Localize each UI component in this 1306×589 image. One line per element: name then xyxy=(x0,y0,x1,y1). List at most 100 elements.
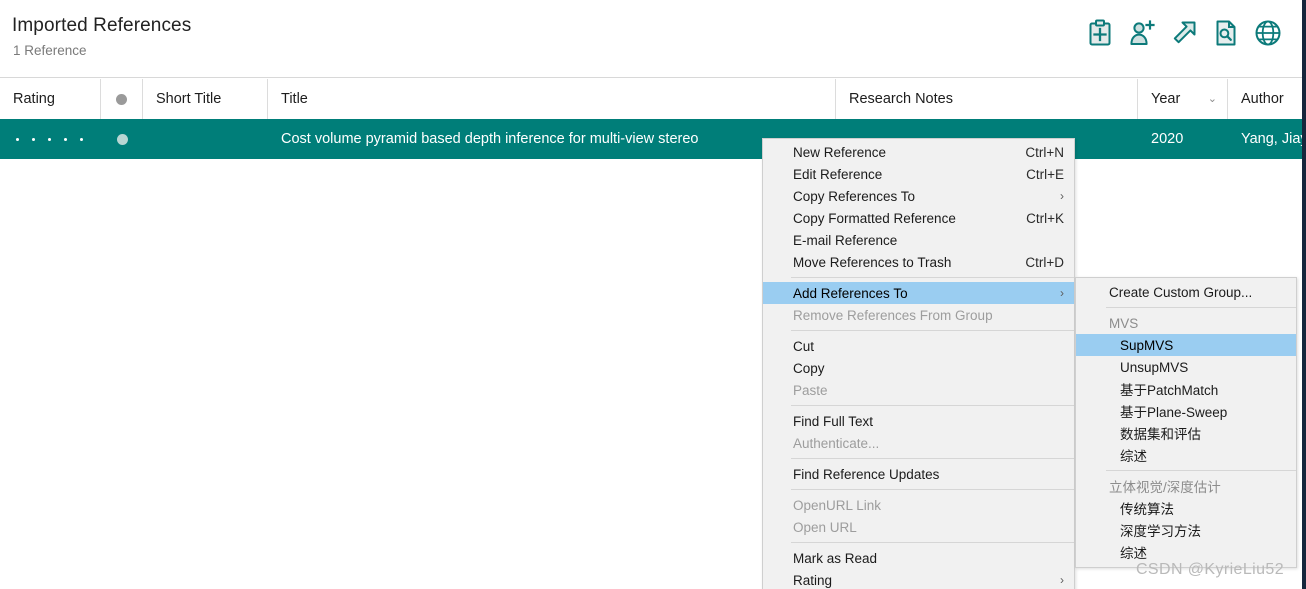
read-status-dot-icon xyxy=(116,93,127,105)
new-reference-icon[interactable] xyxy=(1086,18,1114,48)
column-label: Short Title xyxy=(156,91,222,107)
add-person-icon[interactable] xyxy=(1128,18,1156,48)
find-full-text-icon[interactable] xyxy=(1212,18,1240,48)
column-research-notes[interactable]: Research Notes xyxy=(836,79,1138,119)
menu-item-label: Mark as Read xyxy=(793,550,878,566)
menu-item-shortcut: Ctrl+D xyxy=(1025,254,1064,270)
cell-text: Cost volume pyramid based depth inferenc… xyxy=(281,131,699,147)
menu-item-email-reference[interactable]: E-mail Reference xyxy=(763,229,1074,251)
column-label: Rating xyxy=(13,91,55,107)
menu-item-cut[interactable]: Cut xyxy=(763,335,1074,357)
column-label: Author xyxy=(1241,91,1284,107)
menu-item-move-references-to-trash[interactable]: Move References to Trash Ctrl+D xyxy=(763,251,1074,273)
submenu-item-label: 综述 xyxy=(1120,546,1147,561)
column-short-title[interactable]: Short Title xyxy=(143,79,268,119)
cell-rating[interactable] xyxy=(0,119,101,159)
submenu-separator xyxy=(1106,470,1296,471)
context-menu: New Reference Ctrl+N Edit Reference Ctrl… xyxy=(762,138,1075,589)
column-year[interactable]: Year ⌄ xyxy=(1138,79,1228,119)
column-label: Year xyxy=(1151,91,1181,107)
rating-dot xyxy=(80,137,83,141)
menu-item-shortcut: Ctrl+K xyxy=(1026,210,1064,226)
column-label: Title xyxy=(281,91,308,107)
add-references-to-submenu: Create Custom Group... MVS SupMVS UnsupM… xyxy=(1075,277,1297,568)
rating-dot xyxy=(32,137,35,141)
submenu-item-label: 综述 xyxy=(1120,449,1147,464)
cell-text: 2020 xyxy=(1151,131,1184,147)
menu-item-label: Paste xyxy=(793,382,828,398)
watermark: CSDN @KyrieLiu52 xyxy=(1135,561,1284,578)
table-row[interactable]: Cost volume pyramid based depth inferenc… xyxy=(0,119,1302,159)
submenu-item-survey-stereo[interactable]: 综述 xyxy=(1076,541,1296,563)
menu-item-add-references-to[interactable]: Add References To › xyxy=(763,282,1074,304)
submenu-item-datasets-and-evaluation[interactable]: 数据集和评估 xyxy=(1076,422,1296,444)
column-label: Research Notes xyxy=(849,91,953,107)
menu-item-label: Authenticate... xyxy=(793,435,880,451)
menu-item-label: Copy Formatted Reference xyxy=(793,210,956,226)
page-header: Imported References 1 Reference xyxy=(0,0,1302,78)
window-border xyxy=(1302,0,1306,589)
column-rating[interactable]: Rating xyxy=(0,79,101,119)
menu-separator xyxy=(791,405,1074,406)
cell-title: Cost volume pyramid based depth inferenc… xyxy=(268,119,836,159)
submenu-item-label: Create Custom Group... xyxy=(1109,284,1253,300)
submenu-group-label-text: 立体视觉/深度估计 xyxy=(1109,480,1221,495)
menu-item-new-reference[interactable]: New Reference Ctrl+N xyxy=(763,141,1074,163)
menu-item-mark-as-read[interactable]: Mark as Read xyxy=(763,547,1074,569)
submenu-group-label-text: MVS xyxy=(1109,315,1139,331)
submenu-item-deep-learning-methods[interactable]: 深度学习方法 xyxy=(1076,519,1296,541)
submenu-item-create-custom-group[interactable]: Create Custom Group... xyxy=(1076,281,1296,303)
submenu-item-traditional-algorithms[interactable]: 传统算法 xyxy=(1076,497,1296,519)
submenu-item-label: 数据集和评估 xyxy=(1120,427,1201,442)
menu-item-authenticate: Authenticate... xyxy=(763,432,1074,454)
menu-separator xyxy=(791,277,1074,278)
menu-item-copy-references-to[interactable]: Copy References To › xyxy=(763,185,1074,207)
share-arrow-icon[interactable] xyxy=(1170,18,1198,48)
submenu-item-unsupmvs[interactable]: UnsupMVS xyxy=(1076,356,1296,378)
menu-item-remove-references-from-group: Remove References From Group xyxy=(763,304,1074,326)
submenu-separator xyxy=(1106,307,1296,308)
chevron-right-icon: › xyxy=(1060,286,1064,300)
table-column-header: Rating Short Title Title Research Notes … xyxy=(0,79,1302,119)
menu-separator xyxy=(791,330,1074,331)
menu-item-paste: Paste xyxy=(763,379,1074,401)
menu-item-find-full-text[interactable]: Find Full Text xyxy=(763,410,1074,432)
cell-text: Yang, Jiay xyxy=(1241,131,1302,147)
column-title[interactable]: Title xyxy=(268,79,836,119)
reference-count: 1 Reference xyxy=(13,43,87,58)
sort-chevron-down-icon[interactable]: ⌄ xyxy=(1208,93,1217,105)
submenu-group-label-stereo-depth: 立体视觉/深度估计 xyxy=(1076,475,1296,497)
submenu-item-survey-mvs[interactable]: 综述 xyxy=(1076,444,1296,466)
menu-item-label: Copy xyxy=(793,360,825,376)
submenu-item-patchmatch[interactable]: 基于PatchMatch xyxy=(1076,378,1296,400)
menu-item-label: Add References To xyxy=(793,285,908,301)
menu-item-label: Find Full Text xyxy=(793,413,874,429)
submenu-item-plane-sweep[interactable]: 基于Plane-Sweep xyxy=(1076,400,1296,422)
cell-short-title xyxy=(143,119,268,159)
submenu-item-label: SupMVS xyxy=(1120,337,1174,353)
menu-item-find-reference-updates[interactable]: Find Reference Updates xyxy=(763,463,1074,485)
submenu-item-label: 基于PatchMatch xyxy=(1120,383,1219,398)
menu-item-label: New Reference xyxy=(793,144,887,160)
read-status-dot-icon xyxy=(116,133,128,145)
endnote-window: Imported References 1 Reference Rating S… xyxy=(0,0,1306,589)
rating-dot xyxy=(16,137,19,141)
column-read-status[interactable] xyxy=(101,79,143,119)
menu-item-copy-formatted-reference[interactable]: Copy Formatted Reference Ctrl+K xyxy=(763,207,1074,229)
menu-item-edit-reference[interactable]: Edit Reference Ctrl+E xyxy=(763,163,1074,185)
submenu-item-supmvs[interactable]: SupMVS xyxy=(1076,334,1296,356)
cell-author: Yang, Jiay xyxy=(1228,119,1302,159)
rating-dot xyxy=(48,137,51,141)
page-title: Imported References xyxy=(12,15,192,36)
menu-item-rating[interactable]: Rating › xyxy=(763,569,1074,589)
menu-item-copy[interactable]: Copy xyxy=(763,357,1074,379)
menu-item-label: Cut xyxy=(793,338,815,354)
menu-item-openurl-link: OpenURL Link xyxy=(763,494,1074,516)
rating-dot xyxy=(64,137,67,141)
chevron-right-icon: › xyxy=(1060,189,1064,203)
cell-read-status[interactable] xyxy=(101,119,143,159)
column-author[interactable]: Author xyxy=(1228,79,1302,119)
menu-item-open-url: Open URL xyxy=(763,516,1074,538)
menu-item-label: Move References to Trash xyxy=(793,254,952,270)
open-url-globe-icon[interactable] xyxy=(1254,18,1282,48)
